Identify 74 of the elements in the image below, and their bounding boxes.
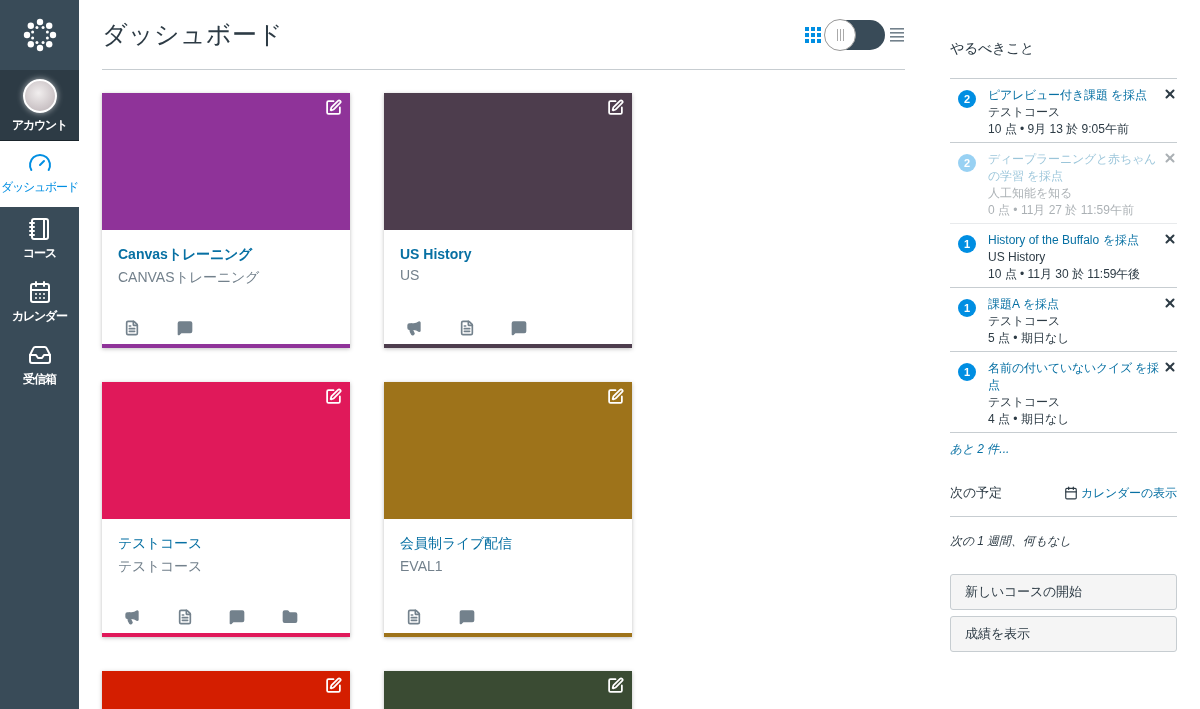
todo-meta: 10 点 • 11月 30 於 11:59午後 bbox=[988, 266, 1142, 283]
chat-icon[interactable] bbox=[458, 609, 475, 625]
avatar-icon bbox=[22, 79, 57, 113]
action-button[interactable]: 成績を表示 bbox=[950, 616, 1177, 652]
edit-icon[interactable] bbox=[325, 388, 342, 405]
todo-item[interactable]: 2 ピアレビュー付き課題 を採点 テストコース 10 点 • 9月 13 於 9:05午前 bbox=[950, 79, 1177, 143]
course-card[interactable]: 会員制ライブ配信 EVAL1 bbox=[384, 382, 632, 637]
calendar-icon bbox=[27, 280, 52, 304]
todo-course: テストコース bbox=[988, 394, 1061, 411]
nav-item[interactable]: カレンダー bbox=[0, 270, 79, 333]
todo-item[interactable]: 1 課題A を採点 テストコース 5 点 • 期日なし bbox=[950, 288, 1177, 352]
edit-icon[interactable] bbox=[607, 388, 624, 405]
course-code: EVAL1 bbox=[400, 558, 444, 574]
nav-item[interactable]: 受信箱 bbox=[0, 333, 79, 396]
todo-link[interactable]: 名前の付いていないクイズ を採点 bbox=[988, 360, 1163, 394]
chat-icon[interactable] bbox=[176, 320, 193, 336]
course-name[interactable]: US History bbox=[400, 246, 472, 262]
list-icon[interactable] bbox=[889, 27, 905, 42]
logo-icon[interactable] bbox=[22, 18, 57, 52]
nav-item[interactable]: アカウント bbox=[0, 70, 79, 141]
todo-title: やるべきこと bbox=[950, 40, 1177, 79]
notebook-icon bbox=[27, 217, 52, 241]
todo-link[interactable]: 課題A を採点 bbox=[988, 296, 1163, 313]
todo-item[interactable]: 1 名前の付いていないクイズ を採点 テストコース 4 点 • 期日なし bbox=[950, 352, 1177, 433]
course-card[interactable]: テストコース テストコース bbox=[102, 382, 350, 637]
course-code: US bbox=[400, 267, 421, 283]
todo-item[interactable]: 1 History of the Buffalo を採点 US History 10 点 • 11月 30 於 11:59午後 bbox=[950, 224, 1177, 288]
document-icon[interactable] bbox=[124, 320, 140, 336]
view-switch[interactable] bbox=[825, 19, 885, 50]
more-link[interactable]: あと 2 件... bbox=[950, 433, 1010, 458]
count-badge: 2 bbox=[958, 90, 976, 108]
action-button[interactable]: 新しいコースの開始 bbox=[950, 574, 1177, 610]
course-name[interactable]: テストコース bbox=[118, 535, 202, 553]
page-title: ダッシュボード bbox=[102, 19, 283, 50]
grid-icon[interactable] bbox=[805, 26, 821, 43]
nav-item[interactable]: コース bbox=[0, 207, 79, 270]
count-badge: 1 bbox=[958, 235, 976, 253]
folder-icon[interactable] bbox=[281, 609, 298, 625]
empty-message: 次の 1 週間、何もなし bbox=[950, 533, 1073, 550]
count-badge: 1 bbox=[958, 299, 976, 317]
course-card[interactable]: US History US bbox=[384, 93, 632, 348]
edit-icon[interactable] bbox=[607, 99, 624, 116]
course-name[interactable]: 会員制ライブ配信 bbox=[400, 535, 512, 553]
todo-course: 人工知能を知る bbox=[988, 185, 1073, 202]
chat-icon[interactable] bbox=[229, 609, 245, 625]
todo-meta: 10 点 • 9月 13 於 9:05午前 bbox=[988, 121, 1130, 138]
todo-link[interactable]: History of the Buffalo を採点 bbox=[988, 232, 1163, 249]
todo-link[interactable]: ピアレビュー付き課題 を採点 bbox=[988, 87, 1163, 104]
megaphone-icon[interactable] bbox=[124, 609, 140, 625]
edit-icon[interactable] bbox=[325, 677, 342, 694]
todo-meta: 4 点 • 期日なし bbox=[988, 411, 1070, 428]
count-badge: 2 bbox=[958, 154, 976, 172]
chat-icon[interactable] bbox=[511, 320, 527, 336]
calendar-icon bbox=[1064, 486, 1078, 500]
course-code: テストコース bbox=[118, 558, 203, 576]
edit-icon[interactable] bbox=[325, 99, 342, 116]
todo-meta: 0 点 • 11月 27 於 11:59午前 bbox=[988, 202, 1135, 219]
upcoming-title: 次の予定 bbox=[950, 484, 1002, 502]
inbox-icon bbox=[27, 343, 52, 367]
course-code: CANVASトレーニング bbox=[118, 269, 260, 287]
course-name[interactable]: Canvasトレーニング bbox=[118, 246, 252, 264]
document-icon[interactable] bbox=[406, 609, 422, 625]
edit-icon[interactable] bbox=[607, 677, 624, 694]
todo-course: テストコース bbox=[988, 104, 1061, 121]
document-icon[interactable] bbox=[176, 609, 193, 625]
todo-meta: 5 点 • 期日なし bbox=[988, 330, 1070, 347]
calendar-link[interactable]: カレンダーの表示 bbox=[1064, 484, 1177, 502]
megaphone-icon[interactable] bbox=[406, 320, 422, 336]
course-card[interactable]: Canvasトレーニング CANVASトレーニング bbox=[102, 93, 350, 348]
todo-course: テストコース bbox=[988, 313, 1061, 330]
nav-item[interactable]: ダッシュボード bbox=[0, 141, 79, 207]
todo-course: US History bbox=[988, 249, 1047, 266]
count-badge: 1 bbox=[958, 363, 976, 381]
document-icon[interactable] bbox=[458, 320, 475, 336]
